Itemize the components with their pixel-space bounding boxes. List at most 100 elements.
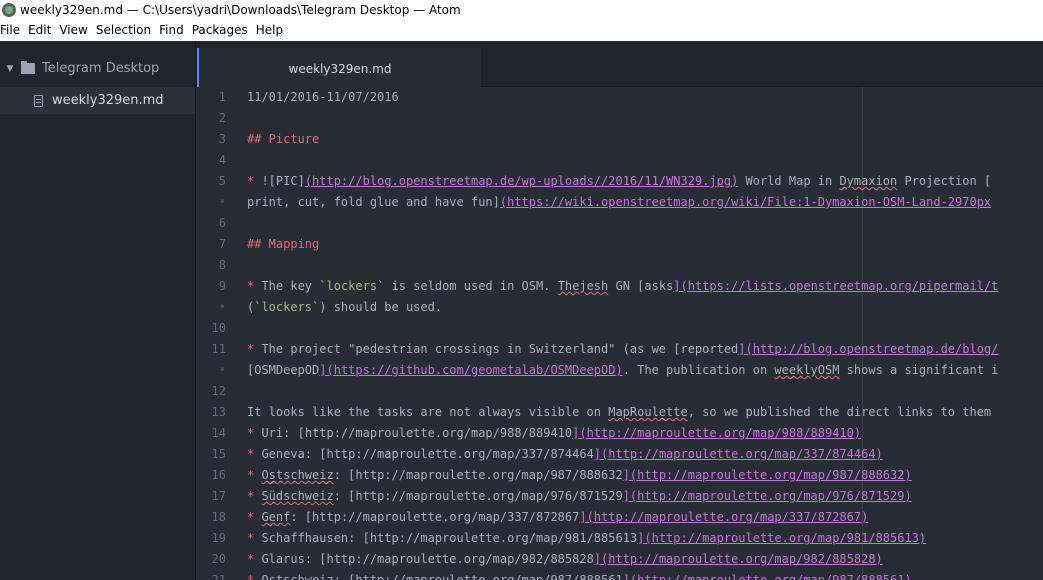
menu-find[interactable]: Find — [157, 20, 189, 41]
code-token: Ostschweiz — [261, 468, 334, 482]
tree-root-folder[interactable]: ▼ Telegram Desktop — [0, 55, 195, 82]
menu-selection[interactable]: Selection — [94, 20, 156, 41]
editor-line[interactable]: 6 — [196, 213, 1043, 234]
editor-line[interactable]: 20 * Glarus: [http://maproulette.org/map/… — [196, 549, 1043, 570]
line-content: * Südschweiz: [http://maproulette.org/ma… — [247, 486, 912, 507]
line-number: 10 — [211, 321, 226, 335]
code-token: Südschweiz — [261, 489, 334, 503]
code-token: * — [247, 279, 262, 293]
line-number: 7 — [218, 237, 226, 251]
tree-file-item[interactable]: weekly329en.md — [0, 87, 195, 114]
menu-packages[interactable]: Packages — [190, 20, 253, 41]
code-token: ](http://maproulette.org/map/987/888632) — [622, 468, 912, 482]
editor-line[interactable]: 18 * Genf: [http://maproulette.org/map/33… — [196, 507, 1043, 528]
line-number: 21 — [211, 573, 226, 580]
code-token: http://maproulette.org/map/988/889410 — [304, 426, 573, 440]
editor-line[interactable]: 1 11/01/2016-11/07/2016 — [196, 87, 1043, 108]
editor-line[interactable]: 15 * Geneva: [http://maproulette.org/map/… — [196, 444, 1043, 465]
code-token: ](https://lists.openstreetmap.org/piperm… — [673, 279, 999, 293]
line-content: * Glarus: [http://maproulette.org/map/98… — [247, 549, 883, 570]
editor-line[interactable]: 3 ## Picture — [196, 129, 1043, 150]
code-token: , so we published the direct links to th… — [687, 405, 992, 419]
editor-line[interactable]: • (`lockers`) should be used. — [196, 297, 1043, 318]
window-title: weekly329en.md — C:\Users\yadri\Download… — [20, 3, 461, 17]
title-bar: weekly329en.md — C:\Users\yadri\Download… — [0, 0, 1043, 20]
line-content: (`lockers`) should be used. — [247, 297, 442, 318]
editor-line[interactable]: 5 * ![PIC](http://blog.openstreetmap.de/w… — [196, 171, 1043, 192]
line-number: 17 — [211, 489, 226, 503]
line-number: 12 — [211, 384, 226, 398]
code-token: ](http://maproulette.org/map/337/872867) — [579, 510, 869, 524]
line-content: * Schaffhausen: [http://maproulette.org/… — [247, 528, 926, 549]
code-token: (` — [247, 300, 262, 314]
code-token: * — [247, 531, 262, 545]
line-content: * The project "pedestrian crossings in S… — [247, 339, 998, 360]
code-token: Ostschweiz — [261, 573, 334, 580]
editor-line[interactable]: 17 * Südschweiz: [http://maproulette.org/… — [196, 486, 1043, 507]
editor-line[interactable]: 19 * Schaffhausen: [http://maproulette.or… — [196, 528, 1043, 549]
code-token: * — [247, 552, 262, 566]
code-token: * — [247, 573, 262, 580]
code-token: reported — [680, 342, 739, 356]
code-token: ](http://maproulette.org/map/987/888561) — [622, 573, 912, 580]
code-token: ](http://maproulette.org/map/337/874464) — [593, 447, 883, 461]
code-token: . The publication on — [622, 363, 775, 377]
tab-label: weekly329en.md — [288, 62, 392, 76]
code-token: * — [247, 489, 262, 503]
menu-view[interactable]: View — [57, 20, 92, 41]
code-token: Uri: [ — [261, 426, 305, 440]
editor-line[interactable]: 13 It looks like the tasks are not always… — [196, 402, 1043, 423]
code-token: ## Picture — [247, 132, 320, 146]
line-number: 9 — [218, 279, 226, 293]
line-number: 5 — [218, 174, 226, 188]
code-token: Thejesh — [557, 279, 609, 293]
code-token: http://maproulette.org/map/976/871529 — [355, 489, 623, 503]
folder-icon — [21, 61, 35, 74]
menu-file[interactable]: File — [0, 20, 25, 41]
editor-line[interactable]: • print, cut, fold glue and have fun](htt… — [196, 192, 1043, 213]
code-token: : [ — [333, 573, 356, 580]
editor-line[interactable]: 7 ## Mapping — [196, 234, 1043, 255]
code-token: asks — [644, 279, 674, 293]
line-content: * Ostschweiz: [http://maproulette.org/ma… — [247, 465, 912, 486]
tree-view: ▼ Telegram Desktop weekly329en.md — [0, 41, 196, 580]
code-token: * — [247, 447, 262, 461]
code-token: ](http://maproulette.org/map/976/871529) — [622, 489, 912, 503]
code-token: Genf — [261, 510, 291, 524]
line-number: 19 — [211, 531, 226, 545]
editor-line[interactable]: 16 * Ostschweiz: [http://maproulette.org/… — [196, 465, 1043, 486]
code-token: print, cut, fold glue and have fun] — [247, 195, 500, 209]
code-token: : [ — [333, 489, 356, 503]
code-token: * — [247, 468, 262, 482]
editor-line[interactable]: 14 * Uri: [http://maproulette.org/map/988… — [196, 423, 1043, 444]
line-content: 11/01/2016-11/07/2016 — [247, 87, 399, 108]
line-content: It looks like the tasks are not always v… — [247, 402, 991, 423]
menu-edit[interactable]: Edit — [26, 20, 56, 41]
editor-line[interactable]: 11 * The project "pedestrian crossings in… — [196, 339, 1043, 360]
line-content: * Geneva: [http://maproulette.org/map/33… — [247, 444, 883, 465]
code-token: ](http://blog.openstreetmap.de/blog/ — [738, 342, 999, 356]
text-editor[interactable]: 1 11/01/2016-11/07/2016 2 3 ## Picture 4 5 * ![… — [196, 87, 1043, 580]
code-token: Projection [ — [897, 174, 992, 188]
atom-logo-icon — [2, 3, 16, 17]
editor-line[interactable]: 2 — [196, 108, 1043, 129]
editor-line[interactable]: 4 — [196, 150, 1043, 171]
code-token: Glarus: [ — [261, 552, 327, 566]
menu-help[interactable]: Help — [254, 20, 288, 41]
line-number: • — [218, 363, 226, 377]
editor-line[interactable]: 10 — [196, 318, 1043, 339]
editor-line[interactable]: 21 * Ostschweiz: [http://maproulette.org/… — [196, 570, 1043, 580]
editor-line[interactable]: 9 * The key `lockers` is seldom used in O… — [196, 276, 1043, 297]
editor-line[interactable]: 12 — [196, 381, 1043, 402]
tab-weekly329en[interactable]: weekly329en.md — [197, 48, 481, 87]
line-content: * Uri: [http://maproulette.org/map/988/8… — [247, 423, 861, 444]
code-token: (https://wiki.openstreetmap.org/wiki/Fil… — [499, 195, 992, 209]
editor-line[interactable]: 8 — [196, 255, 1043, 276]
chevron-down-icon[interactable]: ▼ — [2, 64, 18, 74]
code-token: : [ — [333, 468, 356, 482]
code-token: 11/01/2016-11/07/2016 — [247, 90, 399, 104]
line-number: 14 — [211, 426, 226, 440]
code-token: http://maproulette.org/map/987/888561 — [355, 573, 623, 580]
editor-line[interactable]: • [OSMDeepOD](https://github.com/geometal… — [196, 360, 1043, 381]
code-token: `) should be used. — [312, 300, 443, 314]
